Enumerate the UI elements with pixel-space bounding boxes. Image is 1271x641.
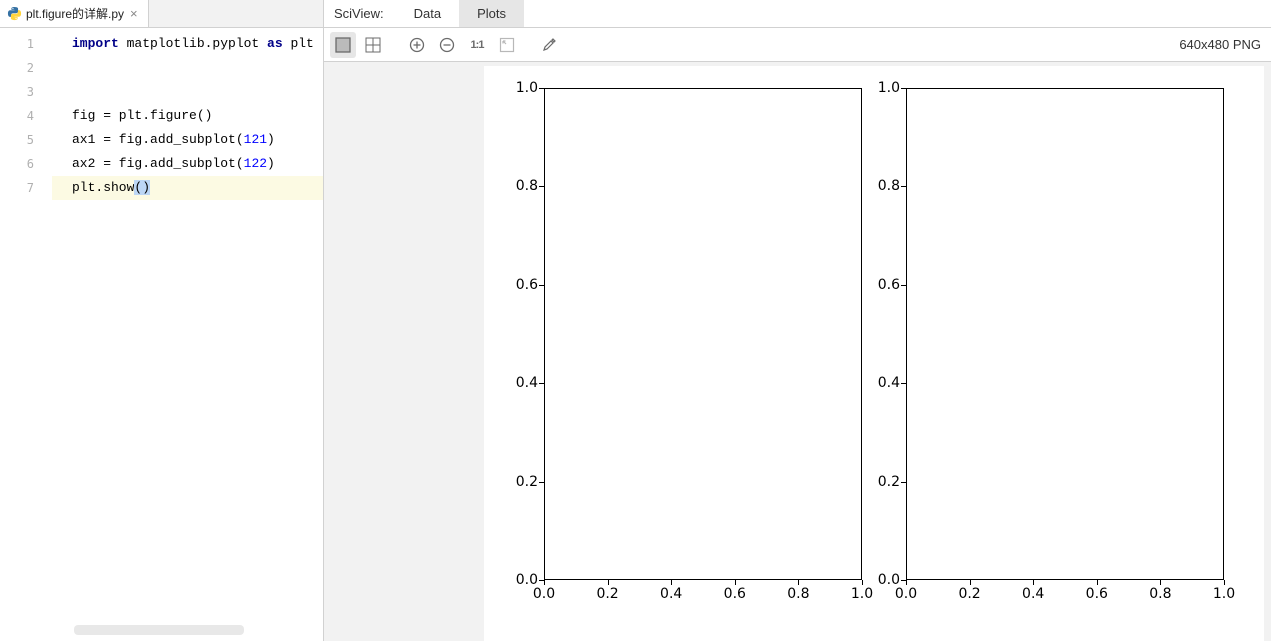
image-dimensions-label: 640x480 PNG xyxy=(1179,37,1265,52)
x-tick-label: 1.0 xyxy=(842,586,882,602)
x-tick-label: 0.2 xyxy=(950,586,990,602)
y-tick-label: 0.4 xyxy=(864,375,900,391)
editor-tab-bar: plt.figure的详解.py × xyxy=(0,0,323,28)
code-area[interactable]: import matplotlib.pyplot as plt fig = pl… xyxy=(52,28,323,641)
tab-data[interactable]: Data xyxy=(396,0,459,27)
line-gutter: 1 2 3 4 5 6 7 xyxy=(0,28,52,641)
view-grid-icon[interactable] xyxy=(360,32,386,58)
y-tick-label: 0.4 xyxy=(502,375,538,391)
view-single-icon[interactable] xyxy=(330,32,356,58)
y-tick-label: 1.0 xyxy=(502,80,538,96)
code-line: fig = plt.figure() xyxy=(52,104,323,128)
subplot: 0.00.20.40.60.81.00.00.20.40.60.81.0 xyxy=(906,88,1224,580)
line-number: 3 xyxy=(0,80,52,104)
python-file-icon xyxy=(6,6,22,22)
zoom-actual-button[interactable]: 1:1 xyxy=(464,32,490,58)
editor-tab-label: plt.figure的详解.py xyxy=(26,5,124,22)
color-picker-icon[interactable] xyxy=(536,32,562,58)
code-line: ax2 = fig.add_subplot(122) xyxy=(52,152,323,176)
line-number: 7 xyxy=(0,176,52,200)
line-number: 6 xyxy=(0,152,52,176)
close-tab-button[interactable]: × xyxy=(128,6,140,21)
y-tick-label: 0.6 xyxy=(502,277,538,293)
x-tick-label: 0.6 xyxy=(715,586,755,602)
x-tick-label: 0.4 xyxy=(651,586,691,602)
zoom-out-icon[interactable] xyxy=(434,32,460,58)
code-line xyxy=(52,80,323,104)
x-tick-label: 0.8 xyxy=(778,586,818,602)
x-tick-label: 1.0 xyxy=(1204,586,1244,602)
y-tick-label: 0.2 xyxy=(864,474,900,490)
figure-canvas: 0.00.20.40.60.81.00.00.20.40.60.81.00.00… xyxy=(484,66,1264,641)
line-number: 4 xyxy=(0,104,52,128)
y-tick-label: 0.2 xyxy=(502,474,538,490)
code-line xyxy=(52,56,323,80)
line-number: 5 xyxy=(0,128,52,152)
y-tick-label: 0.8 xyxy=(864,178,900,194)
x-tick-label: 0.8 xyxy=(1140,586,1180,602)
code-line: ax1 = fig.add_subplot(121) xyxy=(52,128,323,152)
line-number: 2 xyxy=(0,56,52,80)
sciview-header: SciView: Data Plots xyxy=(324,0,1271,28)
zoom-in-icon[interactable] xyxy=(404,32,430,58)
editor-body[interactable]: 1 2 3 4 5 6 7 import matplotlib.pyplot a… xyxy=(0,28,323,641)
editor-panel: plt.figure的详解.py × 1 2 3 4 5 6 7 import … xyxy=(0,0,324,641)
x-tick-label: 0.0 xyxy=(524,586,564,602)
horizontal-scrollbar[interactable] xyxy=(74,625,244,635)
plot-toolbar: 1:1 640x480 PNG xyxy=(324,28,1271,62)
y-tick-label: 0.6 xyxy=(864,277,900,293)
x-tick-label: 0.6 xyxy=(1077,586,1117,602)
y-tick-label: 0.8 xyxy=(502,178,538,194)
x-tick-label: 0.4 xyxy=(1013,586,1053,602)
editor-tab-file[interactable]: plt.figure的详解.py × xyxy=(0,0,149,27)
plot-viewport[interactable]: 0.00.20.40.60.81.00.00.20.40.60.81.00.00… xyxy=(324,62,1271,641)
x-tick-label: 0.2 xyxy=(588,586,628,602)
sciview-panel: SciView: Data Plots 1:1 xyxy=(324,0,1271,641)
tab-plots[interactable]: Plots xyxy=(459,0,524,27)
sciview-title: SciView: xyxy=(332,0,396,27)
line-number: 1 xyxy=(0,32,52,56)
code-line-active: plt.show() xyxy=(52,176,323,200)
x-tick-label: 0.0 xyxy=(886,586,926,602)
code-line: import matplotlib.pyplot as plt xyxy=(52,32,323,56)
y-tick-label: 1.0 xyxy=(864,80,900,96)
fit-to-window-icon[interactable] xyxy=(494,32,520,58)
subplot: 0.00.20.40.60.81.00.00.20.40.60.81.0 xyxy=(544,88,862,580)
